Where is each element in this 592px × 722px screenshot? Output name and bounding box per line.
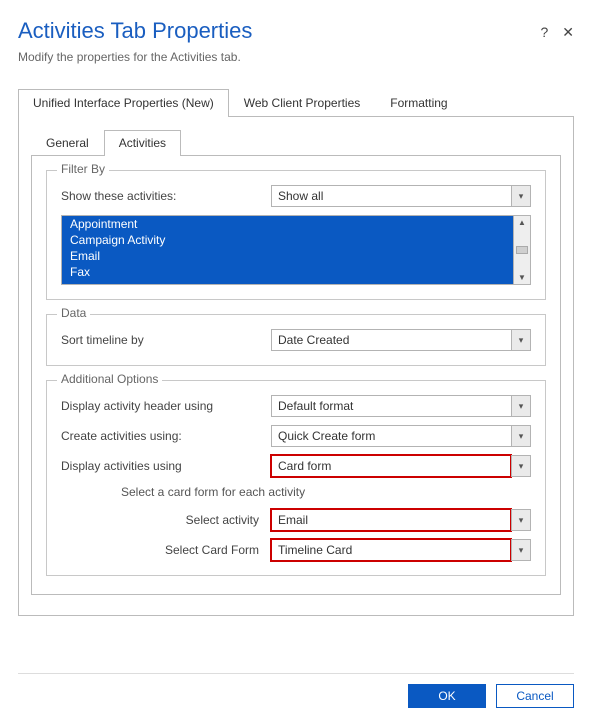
chevron-down-icon[interactable]: ▾ xyxy=(511,395,531,417)
tab-formatting[interactable]: Formatting xyxy=(375,89,462,117)
dialog: Activities Tab Properties ? ✕ Modify the… xyxy=(0,0,592,722)
help-icon[interactable]: ? xyxy=(540,24,548,41)
select-display-activities-value: Card form xyxy=(271,455,511,477)
chevron-down-icon[interactable]: ▾ xyxy=(511,455,531,477)
tab-unified-interface[interactable]: Unified Interface Properties (New) xyxy=(18,89,229,117)
scroll-thumb[interactable] xyxy=(516,246,528,254)
label-create-activities: Create activities using: xyxy=(61,429,271,443)
select-show-activities[interactable]: Show all ▾ xyxy=(271,185,531,207)
dialog-subtitle: Modify the properties for the Activities… xyxy=(18,50,574,64)
select-activity-header-value: Default format xyxy=(271,395,511,417)
select-card-form[interactable]: Timeline Card ▾ xyxy=(271,539,531,561)
select-sort-timeline-value: Date Created xyxy=(271,329,511,351)
ok-button[interactable]: OK xyxy=(408,684,486,708)
cancel-button[interactable]: Cancel xyxy=(496,684,574,708)
chevron-down-icon[interactable]: ▾ xyxy=(511,425,531,447)
tab-general[interactable]: General xyxy=(31,130,104,156)
outer-tab-panel: General Activities Filter By Show these … xyxy=(18,117,574,616)
chevron-down-icon[interactable]: ▾ xyxy=(511,329,531,351)
group-title-additional: Additional Options xyxy=(57,372,162,386)
chevron-down-icon[interactable]: ▾ xyxy=(511,509,531,531)
inner-tabstrip: General Activities xyxy=(31,129,561,156)
group-filter-by: Filter By Show these activities: Show al… xyxy=(46,170,546,300)
listbox-activities-wrap: Appointment Campaign Activity Email Fax … xyxy=(61,215,531,285)
chevron-down-icon[interactable]: ▾ xyxy=(511,539,531,561)
inner-tab-panel: Filter By Show these activities: Show al… xyxy=(31,156,561,595)
select-activity[interactable]: Email ▾ xyxy=(271,509,531,531)
scroll-up-icon[interactable]: ▲ xyxy=(518,216,526,229)
listbox-scrollbar[interactable]: ▲ ▼ xyxy=(513,215,531,285)
list-item[interactable]: Campaign Activity xyxy=(62,232,513,248)
select-display-activities[interactable]: Card form ▾ xyxy=(271,455,531,477)
list-item[interactable]: Appointment xyxy=(62,216,513,232)
select-create-activities[interactable]: Quick Create form ▾ xyxy=(271,425,531,447)
select-activity-value: Email xyxy=(271,509,511,531)
dialog-header: Activities Tab Properties ? ✕ xyxy=(18,18,574,50)
select-activity-header[interactable]: Default format ▾ xyxy=(271,395,531,417)
label-show-activities: Show these activities: xyxy=(61,189,271,203)
group-data: Data Sort timeline by Date Created ▾ xyxy=(46,314,546,366)
label-select-card-form-note: Select a card form for each activity xyxy=(121,485,531,499)
select-create-activities-value: Quick Create form xyxy=(271,425,511,447)
group-additional-options: Additional Options Display activity head… xyxy=(46,380,546,576)
dialog-header-buttons: ? ✕ xyxy=(540,18,574,41)
group-title-filter-by: Filter By xyxy=(57,162,109,176)
select-show-activities-value: Show all xyxy=(271,185,511,207)
label-select-activity: Select activity xyxy=(121,513,271,527)
dialog-footer: OK Cancel xyxy=(18,673,574,708)
label-sort-timeline: Sort timeline by xyxy=(61,333,271,347)
group-title-data: Data xyxy=(57,306,90,320)
tab-web-client[interactable]: Web Client Properties xyxy=(229,89,376,117)
label-activity-header: Display activity header using xyxy=(61,399,271,413)
list-item[interactable]: Email xyxy=(62,248,513,264)
select-card-form-value: Timeline Card xyxy=(271,539,511,561)
tab-activities[interactable]: Activities xyxy=(104,130,181,156)
close-icon[interactable]: ✕ xyxy=(562,24,574,41)
scroll-down-icon[interactable]: ▼ xyxy=(518,271,526,284)
label-display-activities: Display activities using xyxy=(61,459,271,473)
chevron-down-icon[interactable]: ▾ xyxy=(511,185,531,207)
list-item[interactable]: Fax xyxy=(62,264,513,280)
listbox-activities[interactable]: Appointment Campaign Activity Email Fax xyxy=(61,215,513,285)
dialog-title: Activities Tab Properties xyxy=(18,18,540,44)
outer-tabstrip: Unified Interface Properties (New) Web C… xyxy=(18,88,574,117)
label-select-card-form: Select Card Form xyxy=(121,543,271,557)
select-sort-timeline[interactable]: Date Created ▾ xyxy=(271,329,531,351)
